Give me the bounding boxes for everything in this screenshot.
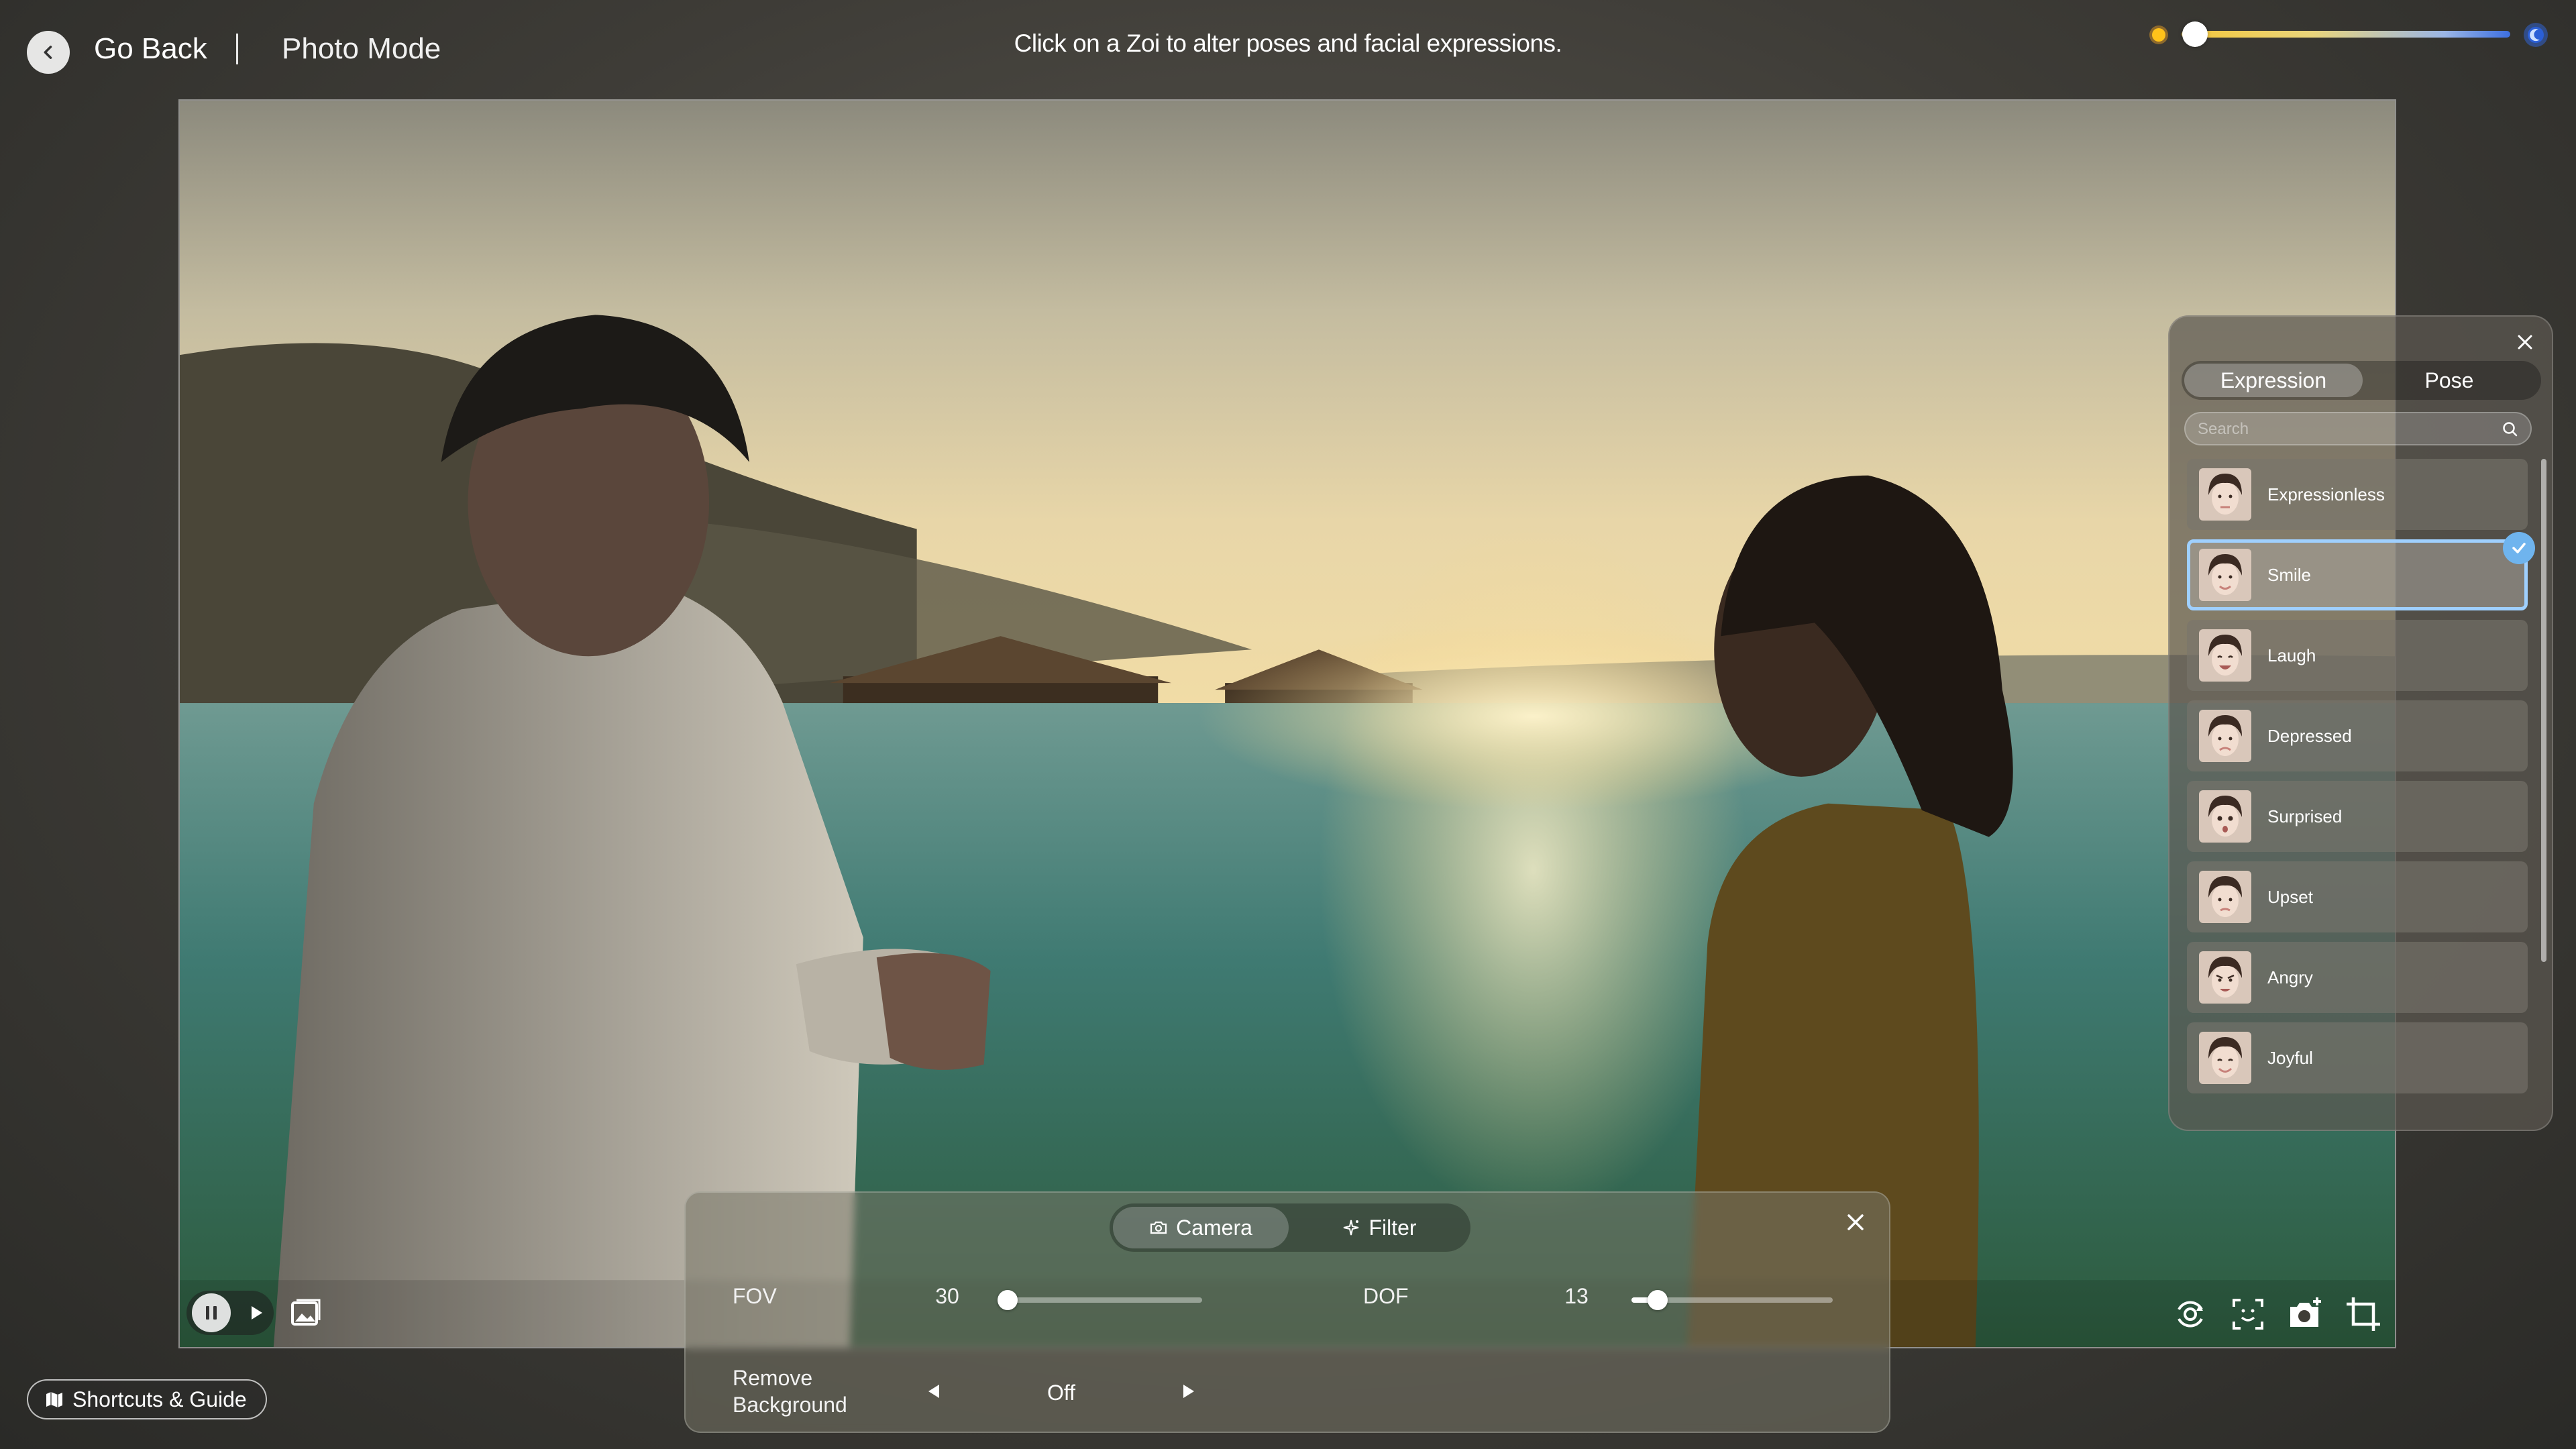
search-icon[interactable] [2501,420,2520,439]
dof-value: 13 [1564,1284,1589,1308]
close-icon[interactable] [2513,330,2537,354]
list-item[interactable]: Surprised [2187,781,2528,852]
face-thumbnail [2199,1032,2251,1084]
dof-slider-thumb[interactable] [1648,1290,1668,1310]
face-thumbnail [2199,629,2251,682]
scene-image [180,101,2395,1347]
list-item[interactable]: Upset [2187,861,2528,932]
checkmark-icon [2512,543,2526,553]
previous-option-button[interactable] [920,1378,947,1405]
face-thumbnail [2199,710,2251,762]
dof-label: DOF [1363,1284,1409,1308]
gallery-icon [291,1299,321,1326]
crop-icon [2347,1297,2380,1331]
tab-filter[interactable]: Filter [1291,1207,1467,1248]
expression-panel: Expression Pose Expressionless Smile Lau… [2168,315,2553,1131]
pause-icon [206,1306,217,1320]
time-of-day-thumb[interactable] [2182,21,2208,47]
remove-background-label-line2: Background [733,1393,847,1417]
rotate-camera-icon [2178,1301,2203,1328]
expression-label: Depressed [2267,726,2352,746]
search-input[interactable] [2196,413,2494,445]
fov-slider[interactable] [998,1290,1202,1310]
tab-camera[interactable]: Camera [1113,1207,1289,1248]
sparkle-icon [1344,1220,1359,1236]
face-thumbnail [2199,871,2251,923]
close-icon[interactable] [1842,1209,1869,1236]
expression-label: Surprised [2267,806,2343,826]
moon-icon [2524,23,2548,47]
expression-scrollbar[interactable] [2541,459,2546,962]
next-option-button[interactable] [1175,1378,1202,1405]
sun-icon [2149,25,2168,44]
camera-plus-icon [2290,1297,2321,1327]
expression-label: Laugh [2267,645,2316,665]
list-item[interactable]: Angry [2187,942,2528,1013]
list-item[interactable]: Joyful [2187,1022,2528,1093]
tab-filter-label: Filter [1368,1215,1417,1240]
shortcuts-guide-button[interactable]: Shortcuts & Guide [27,1379,267,1419]
expression-search [2184,412,2532,445]
play-icon [252,1306,262,1320]
fov-value: 30 [935,1284,959,1308]
expression-label: Joyful [2267,1048,2313,1068]
tab-pose[interactable]: Pose [2360,364,2538,397]
expression-label: Smile [2267,565,2312,585]
focus-face-icon [2233,1299,2263,1330]
expression-list: Expressionless Smile Laugh Depressed Sur… [2187,459,2535,1103]
time-of-day-track[interactable] [2182,31,2510,38]
face-thumbnail [2199,549,2251,601]
capture-photo-button[interactable] [2286,1295,2325,1334]
fov-slider-thumb[interactable] [998,1290,1018,1310]
scene-tools [2171,1295,2383,1334]
remove-background-label-line1: Remove [733,1366,813,1390]
pause-button[interactable] [192,1293,231,1332]
face-thumbnail [2199,790,2251,843]
selected-check-badge [2503,532,2535,564]
remove-background-value: Off [1046,1381,1076,1405]
face-thumbnail [2199,951,2251,1004]
list-item[interactable]: Smile [2187,532,2535,610]
expression-label: Expressionless [2267,484,2385,504]
focus-face-button[interactable] [2229,1295,2267,1334]
camera-icon [1150,1221,1167,1234]
time-of-day-slider[interactable] [2147,19,2549,50]
gallery-button[interactable] [288,1296,323,1331]
dof-slider[interactable] [1631,1290,1833,1310]
rotate-camera-button[interactable] [2171,1295,2210,1334]
camera-panel: Camera Filter FOV 30 DOF 13 Remove Backg… [684,1191,1890,1433]
shortcuts-guide-label: Shortcuts & Guide [72,1387,247,1411]
face-thumbnail [2199,468,2251,521]
top-bar: Go Back Photo Mode Click on a Zoi to alt… [0,0,2576,101]
list-item[interactable]: Depressed [2187,700,2528,771]
tab-camera-label: Camera [1176,1215,1252,1240]
tab-expression[interactable]: Expression [2184,364,2363,397]
fov-label: FOV [733,1284,777,1308]
expression-label: Angry [2267,967,2313,987]
remove-background-label: Remove Background [733,1364,847,1418]
camera-filter-tabs: Camera Filter [1110,1203,1470,1252]
crop-button[interactable] [2344,1295,2383,1334]
photo-scene[interactable] [178,99,2396,1348]
map-book-icon [46,1392,62,1407]
list-item[interactable]: Expressionless [2187,459,2528,530]
expression-pose-tabs: Expression Pose [2182,361,2541,400]
list-item[interactable]: Laugh [2187,620,2528,691]
expression-label: Upset [2267,887,2313,907]
playback-controls [186,1291,274,1335]
play-button[interactable] [243,1299,270,1326]
